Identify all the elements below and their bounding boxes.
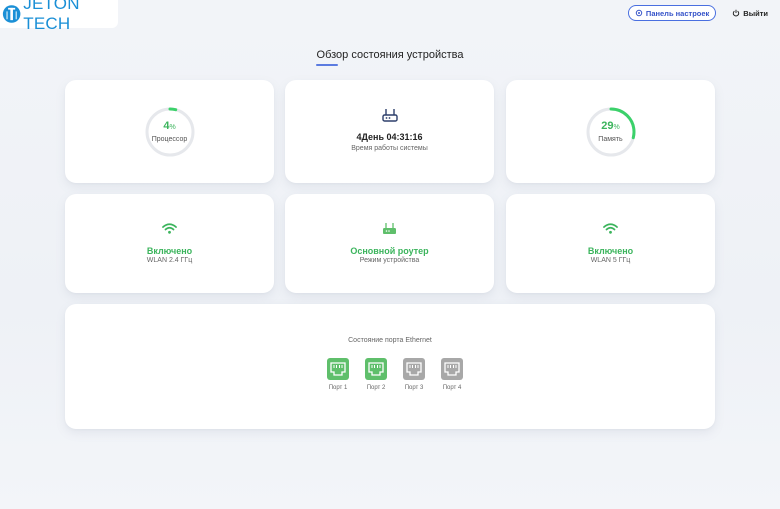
top-bar: JETON TECH Панель настроек Выйти (0, 0, 780, 33)
cpu-value: 4% (163, 119, 176, 132)
port-4-icon (441, 358, 463, 380)
wlan24-card: Включено WLAN 2.4 ГГц (65, 194, 274, 293)
port-2-label: Порт 2 (366, 385, 386, 391)
device-mode-card: Основной роутер Режим устройства (285, 194, 494, 293)
power-icon (733, 9, 740, 17)
port-4-label: Порт 4 (442, 385, 462, 391)
wifi-icon (162, 223, 177, 234)
device-mode-status: Основной роутер (350, 246, 429, 256)
ethernet-title: Состояние порта Ethernet (348, 337, 432, 344)
wlan5-status: Включено (587, 246, 634, 256)
cpu-gauge: 4% Процессор (144, 106, 196, 158)
brand-logo[interactable]: JETON TECH (0, 0, 118, 33)
memory-gauge: 29% Память (585, 106, 637, 158)
ethernet-port-1: Порт 1 (320, 358, 356, 391)
title-underline (316, 64, 338, 66)
logo-icon (2, 5, 21, 23)
wifi-icon (603, 223, 618, 234)
port-1-label: Порт 1 (328, 385, 348, 391)
uptime-value: 4День 04:31:16 (356, 132, 423, 142)
cpu-label: Процессор (151, 135, 188, 143)
gear-icon (635, 9, 643, 17)
logo-text: JETON TECH (23, 0, 80, 33)
ethernet-card: Состояние порта Ethernet Порт 1 Порт 2 П… (65, 304, 715, 429)
wlan5-card: Включено WLAN 5 ГГц (506, 194, 715, 293)
uptime-label: Время работы системы (351, 145, 428, 152)
router-mode-icon (383, 223, 396, 234)
memory-label: Память (598, 135, 623, 143)
memory-card: 29% Память (506, 80, 715, 183)
ethernet-port-2: Порт 2 (358, 358, 394, 391)
port-3-label: Порт 3 (404, 385, 424, 391)
port-2-icon (365, 358, 387, 380)
device-mode-label: Режим устройства (359, 257, 420, 264)
cpu-card: 4% Процессор (65, 80, 274, 183)
settings-panel-button[interactable]: Панель настроек (627, 5, 717, 21)
settings-panel-label: Панель настроек (645, 8, 710, 18)
router-icon (382, 109, 398, 122)
wlan24-label: WLAN 2.4 ГГц (146, 257, 193, 264)
wlan5-label: WLAN 5 ГГц (590, 257, 631, 264)
port-3-icon (403, 358, 425, 380)
logout-label: Выйти (743, 8, 768, 18)
ethernet-port-4: Порт 4 (434, 358, 470, 391)
port-1-icon (327, 358, 349, 380)
ethernet-ports: Порт 1 Порт 2 Порт 3 Порт 4 (320, 358, 470, 391)
wlan24-status: Включено (146, 246, 193, 256)
page-title: Обзор состояния устройства (316, 49, 464, 61)
uptime-card: 4День 04:31:16 Время работы системы (285, 80, 494, 183)
memory-value: 29% (601, 119, 620, 132)
ethernet-port-3: Порт 3 (396, 358, 432, 391)
logout-button[interactable]: Выйти (732, 9, 768, 18)
